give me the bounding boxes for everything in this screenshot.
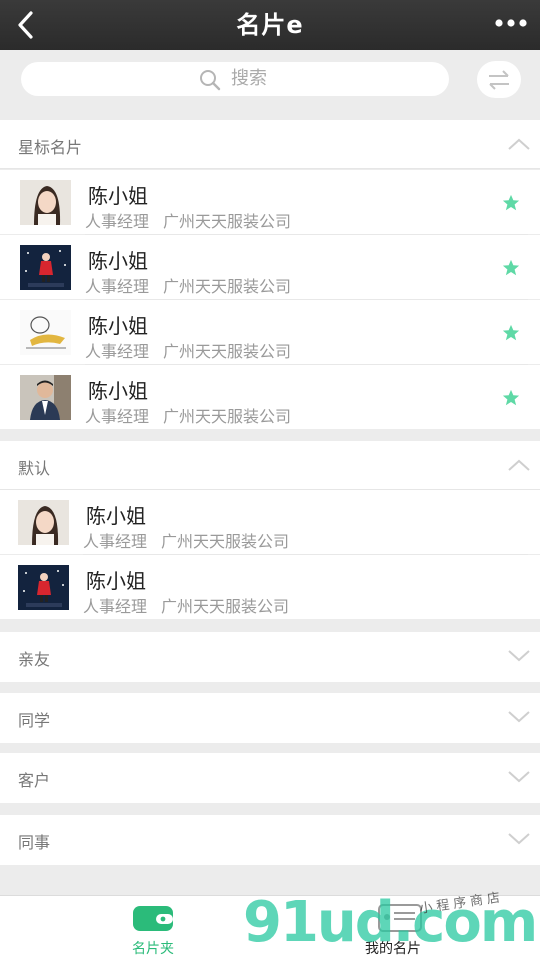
switch-button[interactable] (477, 61, 521, 98)
chevron-down-icon (508, 771, 530, 783)
card-position: 人事经理 (83, 597, 148, 616)
card-subtitle: 人事经理 广州天天服装公司 (83, 593, 303, 617)
card-item[interactable]: 陈小姐 人事经理 广州天天服装公司 (0, 365, 540, 429)
page-title: 名片e (236, 11, 304, 39)
avatar (20, 310, 71, 355)
star-icon[interactable] (502, 324, 520, 342)
card-company: 广州天天服装公司 (163, 342, 292, 361)
goodnight-illustration-avatar (18, 565, 69, 610)
card-position: 人事经理 (85, 277, 150, 296)
more-dots-icon[interactable] (494, 10, 528, 36)
group-title: 同事 (18, 833, 51, 852)
card-item[interactable]: 陈小姐 人事经理 广州天天服装公司 (0, 300, 540, 364)
section-title: 星标名片 (18, 138, 83, 157)
card-subtitle: 人事经理 广州天天服装公司 (83, 528, 303, 552)
group-title: 同学 (18, 711, 51, 730)
chevron-down-icon (508, 650, 530, 662)
tab-bar: 名片夹 我的名片 (0, 895, 540, 961)
card-company: 广州天天服装公司 (163, 277, 292, 296)
card-name: 陈小姐 (86, 569, 146, 593)
woman-photo-avatar (18, 500, 69, 545)
wallet-icon (133, 906, 173, 931)
card-name: 陈小姐 (88, 249, 148, 273)
chevron-up-icon (508, 138, 530, 150)
group-clients[interactable]: 客户 (0, 753, 540, 803)
card-position: 人事经理 (85, 212, 150, 231)
tab-label: 我的名片 (365, 941, 421, 957)
group-title: 客户 (18, 771, 51, 790)
chevron-down-icon (508, 833, 530, 845)
section-header-starred[interactable]: 星标名片 (0, 120, 540, 169)
chevron-up-icon (508, 459, 530, 471)
avatar (18, 500, 69, 545)
id-card-icon (378, 904, 422, 932)
tab-my-card[interactable]: 我的名片 (340, 896, 446, 961)
group-colleagues[interactable]: 同事 (0, 815, 540, 865)
top-bar: 名片e (0, 0, 540, 50)
card-subtitle: 人事经理 广州天天服装公司 (85, 403, 305, 427)
tab-card-holder[interactable]: 名片夹 (100, 896, 206, 961)
card-position: 人事经理 (85, 407, 150, 426)
card-item[interactable]: 陈小姐 人事经理 广州天天服装公司 (0, 555, 540, 619)
star-icon[interactable] (502, 194, 520, 212)
card-item[interactable]: 陈小姐 人事经理 广州天天服装公司 (0, 170, 540, 234)
chevron-down-icon (508, 711, 530, 723)
search-row: 搜索 (0, 50, 540, 108)
swap-arrows-icon (489, 70, 509, 90)
search-icon (200, 70, 221, 91)
group-classmates[interactable]: 同学 (0, 693, 540, 743)
avatar (18, 565, 69, 610)
woman-photo-avatar (20, 180, 71, 225)
star-icon[interactable] (502, 389, 520, 407)
group-title: 亲友 (18, 650, 51, 669)
avatar (20, 245, 71, 290)
card-company: 广州天天服装公司 (163, 407, 292, 426)
cartoon-sketch-avatar (20, 310, 71, 355)
section-header-default[interactable]: 默认 (0, 441, 540, 490)
search-input[interactable]: 搜索 (21, 62, 449, 96)
star-icon[interactable] (502, 259, 520, 277)
card-name: 陈小姐 (86, 504, 146, 528)
card-company: 广州天天服装公司 (161, 532, 290, 551)
card-item[interactable]: 陈小姐 人事经理 广州天天服装公司 (0, 235, 540, 299)
tab-label: 名片夹 (132, 941, 174, 957)
avatar (20, 180, 71, 225)
man-photo-avatar (20, 375, 71, 420)
card-subtitle: 人事经理 广州天天服装公司 (85, 208, 305, 232)
card-name: 陈小姐 (88, 379, 148, 403)
goodnight-illustration-avatar (20, 245, 71, 290)
card-name: 陈小姐 (88, 184, 148, 208)
avatar (20, 375, 71, 420)
card-subtitle: 人事经理 广州天天服装公司 (85, 273, 305, 297)
group-relatives[interactable]: 亲友 (0, 632, 540, 682)
card-company: 广州天天服装公司 (161, 597, 290, 616)
section-title: 默认 (18, 459, 51, 478)
card-position: 人事经理 (83, 532, 148, 551)
card-item[interactable]: 陈小姐 人事经理 广州天天服装公司 (0, 490, 540, 554)
search-placeholder: 搜索 (231, 68, 267, 89)
card-name: 陈小姐 (88, 314, 148, 338)
card-subtitle: 人事经理 广州天天服装公司 (85, 338, 305, 362)
card-position: 人事经理 (85, 342, 150, 361)
card-company: 广州天天服装公司 (163, 212, 292, 231)
